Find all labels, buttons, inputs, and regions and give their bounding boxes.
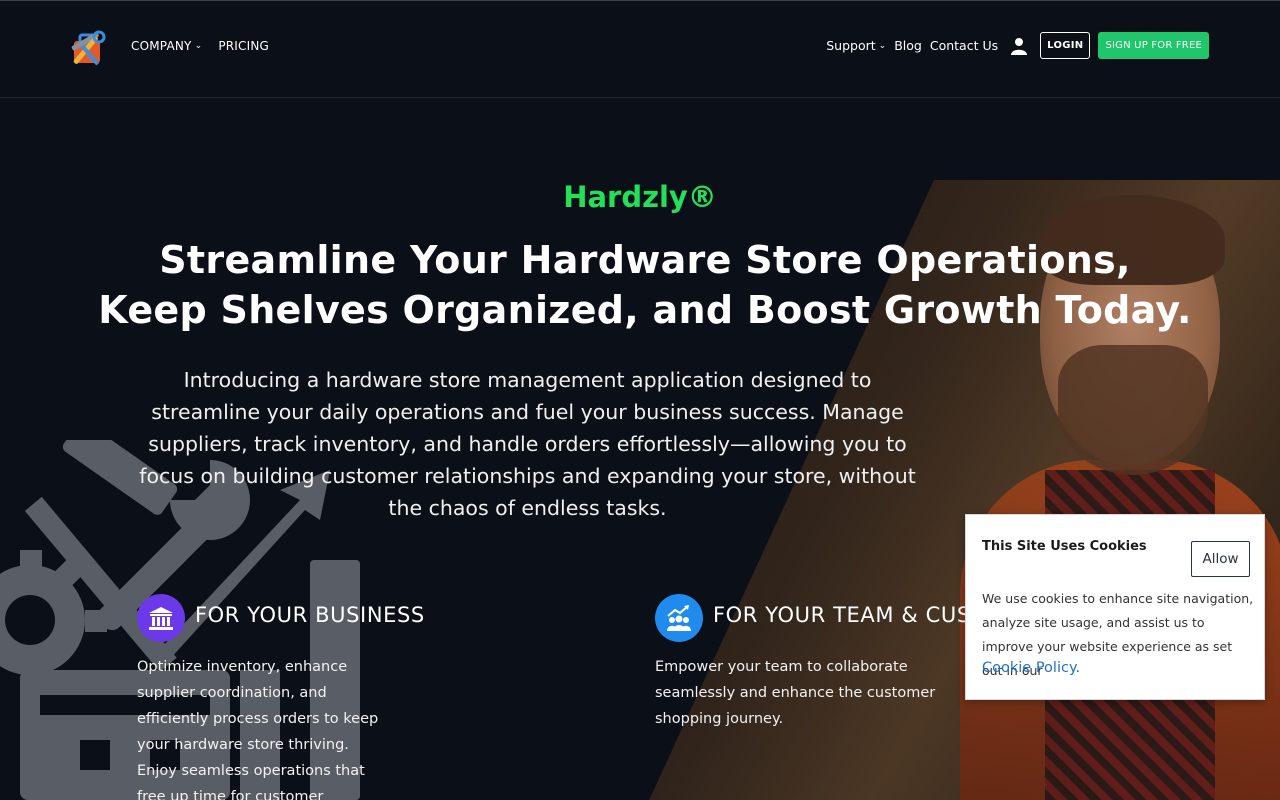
nav-support[interactable]: Support ⌄	[826, 38, 886, 53]
nav-pricing[interactable]: PRICING	[218, 39, 269, 53]
cookie-allow-button[interactable]: Allow	[1191, 541, 1250, 577]
feature-business-text: Optimize inventory, enhance supplier coo…	[137, 659, 379, 800]
feature-team-title: FOR YOUR TEAM & CUS	[713, 603, 971, 627]
feature-business-title: FOR YOUR BUSINESS	[195, 603, 425, 627]
headline-line-1: Streamline Your Hardware Store Operation…	[159, 238, 1131, 282]
cookie-title: This Site Uses Cookies	[982, 539, 1147, 554]
hero-intro: Introducing a hardware store management …	[139, 368, 916, 520]
team-growth-icon	[655, 594, 703, 642]
toolbox-logo-icon[interactable]	[66, 29, 108, 69]
chevron-down-icon: ⌄	[878, 40, 887, 51]
nav-support-label: Support	[826, 38, 876, 53]
secondary-nav: Support ⌄ Blog Contact Us LOGIN SIGN UP …	[826, 32, 1209, 59]
business-building-icon	[137, 594, 185, 642]
cookie-policy-link[interactable]: Cookie Policy.	[982, 660, 1080, 676]
chevron-down-icon: ⌄	[194, 41, 203, 51]
user-icon[interactable]	[1010, 37, 1028, 55]
nav-pricing-label: PRICING	[218, 39, 270, 53]
feature-team: FOR YOUR TEAM & CUS Empower your team to…	[655, 594, 975, 794]
cookie-banner: This Site Uses Cookies Allow We use cook…	[965, 514, 1265, 700]
primary-nav: COMPANY ⌄ PRICING	[131, 39, 269, 53]
nav-blog[interactable]: Blog	[894, 38, 922, 53]
login-button[interactable]: LOGIN	[1040, 32, 1091, 59]
nav-company[interactable]: COMPANY ⌄	[131, 39, 202, 53]
nav-company-label: COMPANY	[131, 39, 192, 53]
site-header: COMPANY ⌄ PRICING Support ⌄ Blog Contact…	[0, 0, 1280, 98]
signup-button[interactable]: SIGN UP FOR FREE	[1098, 32, 1209, 59]
feature-business: FOR YOUR BUSINESS Optimize inventory, en…	[137, 594, 437, 800]
brand-name: Hardzly®	[563, 180, 717, 214]
hero-headline: Streamline Your Hardware Store Operation…	[90, 235, 1200, 335]
nav-contact-us[interactable]: Contact Us	[930, 38, 998, 53]
feature-team-text: Empower your team to collaborate seamles…	[655, 659, 936, 727]
headline-line-2: Keep Shelves Organized, and Boost Growth…	[98, 288, 1192, 332]
